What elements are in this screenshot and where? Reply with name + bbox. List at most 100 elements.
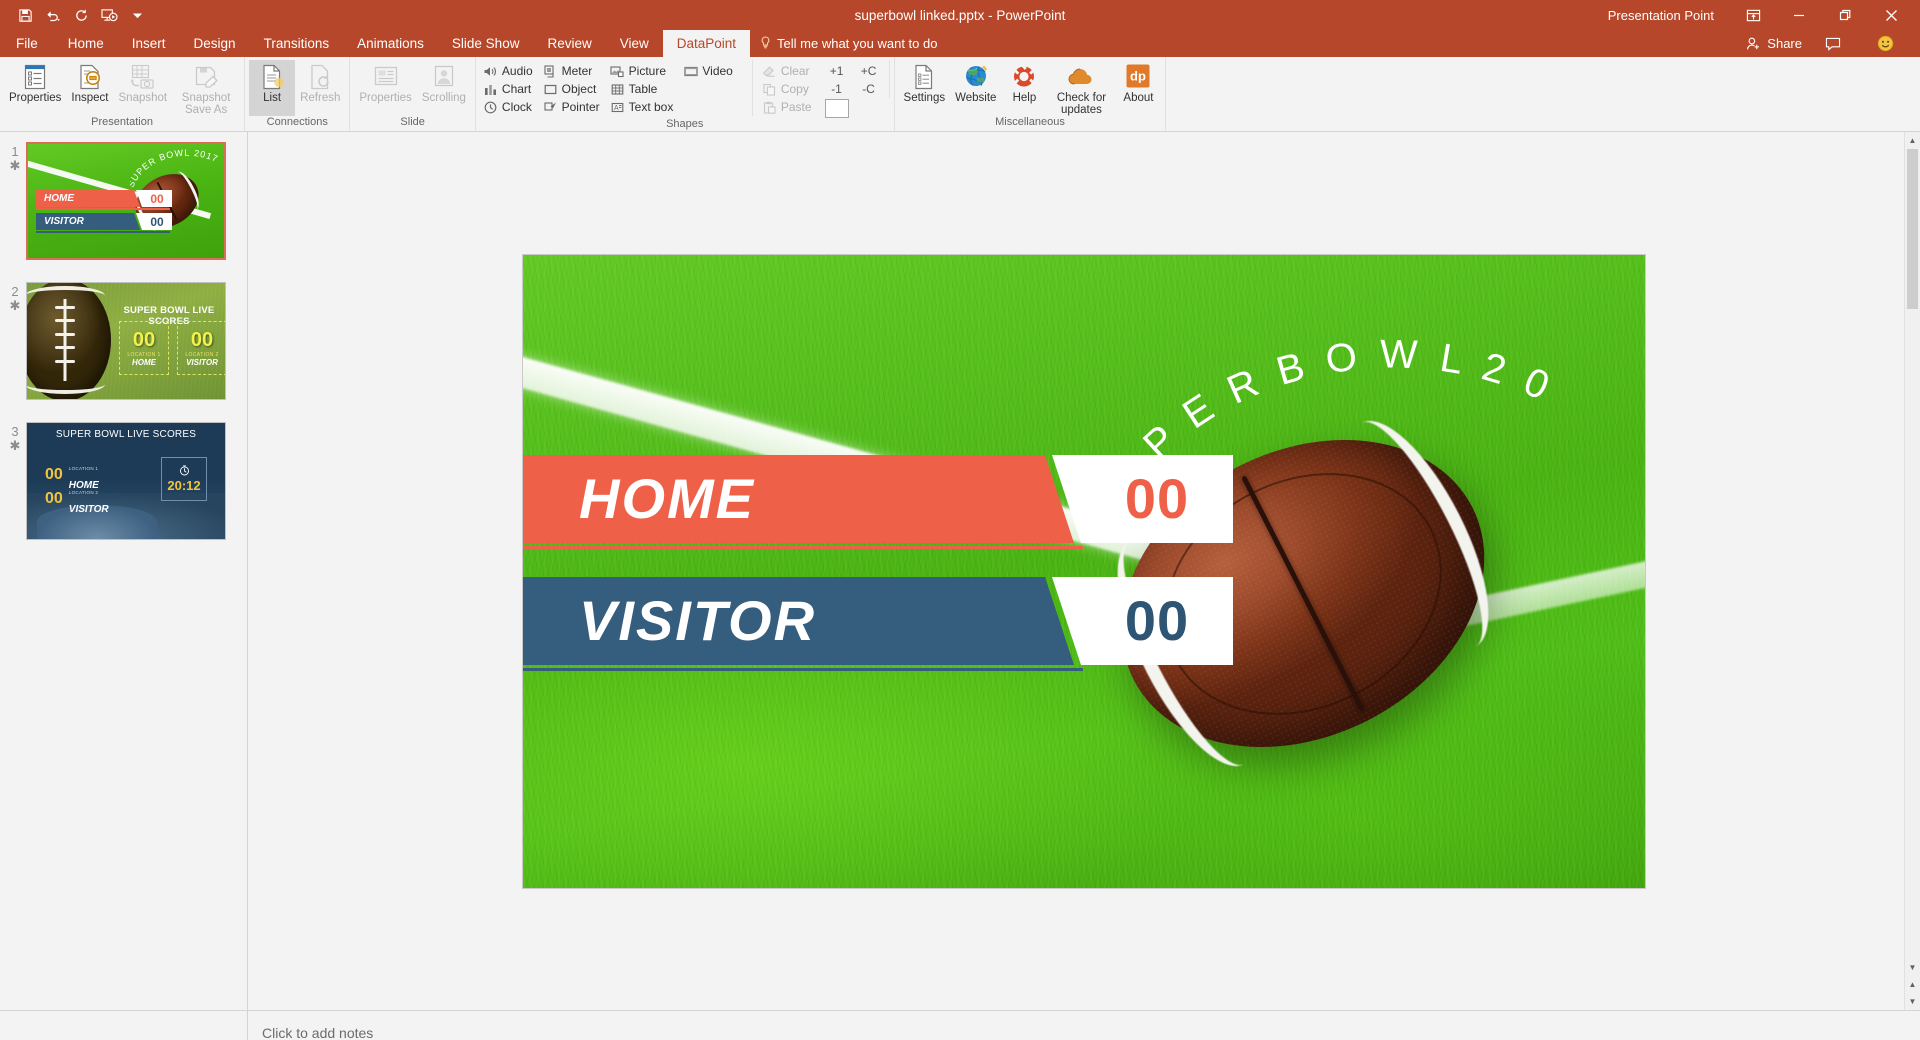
picture-button[interactable]: Picture — [607, 62, 679, 80]
inspect-button[interactable]: Inspect — [66, 60, 113, 116]
thumbnail-slide-1[interactable]: 1 ✱ SUPER BOWL 2017 HOME 00 — [0, 142, 247, 260]
tab-datapoint[interactable]: DataPoint — [662, 30, 751, 57]
ribbon-tab-bar: File Home Insert Design Transitions Anim… — [0, 30, 1920, 57]
mini-row-team-visitor-3: VISITOR — [68, 504, 109, 515]
mini-visitor-underline-1 — [36, 231, 170, 233]
tab-design[interactable]: Design — [180, 30, 250, 57]
tab-view[interactable]: View — [606, 30, 663, 57]
dp-logo-icon: dp — [1123, 62, 1153, 92]
snapshot-camera-icon — [128, 62, 158, 92]
close-button[interactable] — [1870, 0, 1912, 30]
website-label: Website — [955, 92, 997, 104]
paste-button: Paste — [759, 98, 817, 116]
home-score-bar[interactable]: HOME 00 — [523, 454, 1233, 549]
list-properties-icon — [22, 62, 48, 92]
mini-row-location-home-3: LOCATION 1 — [68, 466, 99, 471]
text-box-button[interactable]: A Text box — [607, 98, 679, 116]
tab-home[interactable]: Home — [54, 30, 118, 57]
object-label: Object — [561, 82, 597, 96]
chart-button[interactable]: Chart — [480, 80, 538, 98]
table-button[interactable]: Table — [607, 80, 679, 98]
tab-file[interactable]: File — [0, 30, 54, 57]
next-slide-icon[interactable]: ▼ — [1905, 993, 1920, 1010]
decrement-c-button[interactable]: -C — [855, 80, 883, 98]
scroll-thumb[interactable] — [1907, 149, 1918, 309]
notes-placeholder[interactable]: Click to add notes — [248, 1011, 373, 1040]
redo-icon[interactable] — [68, 3, 94, 27]
vertical-scrollbar[interactable]: ▲ ▼ ▲ ▼ — [1904, 132, 1920, 1010]
shapes-column-4: Video — [680, 60, 737, 80]
table-grid-icon — [610, 82, 625, 97]
settings-button[interactable]: Settings — [899, 60, 951, 116]
paste-icon — [762, 100, 777, 115]
properties-label: Properties — [9, 92, 62, 104]
feedback-smiley-icon[interactable] — [1864, 29, 1906, 59]
restore-button[interactable] — [1824, 0, 1866, 30]
account-name[interactable]: Presentation Point — [1608, 8, 1714, 23]
increment-c-button[interactable]: +C — [855, 62, 883, 80]
mini-clock-icon-3 — [179, 465, 190, 479]
visitor-score-box[interactable]: 00 — [1052, 576, 1233, 665]
slide-properties-icon — [372, 62, 400, 92]
ribbon-display-options-icon[interactable] — [1732, 0, 1774, 30]
object-button[interactable]: Object — [540, 80, 605, 98]
customize-quick-access-toolbar-icon[interactable] — [124, 3, 150, 27]
tab-animations[interactable]: Animations — [343, 30, 438, 57]
animation-marker-3: ✱ — [9, 438, 21, 453]
help-button[interactable]: Help — [1001, 60, 1047, 116]
scroll-down-icon[interactable]: ▼ — [1905, 959, 1920, 976]
share-button[interactable]: Share — [1746, 36, 1802, 51]
tell-me-search[interactable]: Tell me what you want to do — [750, 30, 947, 57]
ribbon-group-shapes: Audio Chart Clock Meter Object Pointer P… — [476, 57, 895, 131]
undo-icon[interactable] — [40, 3, 66, 27]
thumbnail-image-3[interactable]: SUPER BOWL LIVE SCORES 00 LOCATION 1 HOM… — [26, 422, 226, 540]
bar-chart-icon — [483, 82, 498, 97]
about-button[interactable]: dp About — [1115, 60, 1161, 116]
slide-canvas[interactable]: S U P E R B O W L 2 0 1 7 HOME 00 VISITO… — [523, 254, 1645, 888]
home-score: 00 — [1124, 466, 1190, 530]
increment-one-button[interactable]: +1 — [823, 62, 851, 80]
thumbnail-slide-2[interactable]: 2 ✱ SUPER BOWL LIVE SCORES 00 LOCATION 1 — [0, 282, 247, 400]
properties-button[interactable]: Properties — [4, 60, 66, 116]
previous-slide-icon[interactable]: ▲ — [1905, 976, 1920, 993]
save-icon[interactable] — [12, 3, 38, 27]
minimize-button[interactable] — [1778, 0, 1820, 30]
notes-pane[interactable]: Click to add notes — [0, 1010, 1920, 1040]
meter-button[interactable]: Meter — [540, 62, 605, 80]
thumbnail-image-1[interactable]: SUPER BOWL 2017 HOME 00 VISITOR 00 — [26, 142, 226, 260]
mini-home-bar-1: HOME 00 — [36, 190, 172, 207]
tab-review[interactable]: Review — [533, 30, 605, 57]
mini-visitor-score-1: 00 — [136, 213, 172, 230]
list-button[interactable]: List — [249, 60, 296, 116]
slide-editing-pane[interactable]: S U P E R B O W L 2 0 1 7 HOME 00 VISITO… — [248, 132, 1920, 1010]
thumbnail-number-1: 1 ✱ — [4, 142, 26, 172]
pointer-button[interactable]: Pointer — [540, 98, 605, 116]
scroll-track[interactable] — [1905, 149, 1920, 959]
thumbnail-image-2[interactable]: SUPER BOWL LIVE SCORES 00 LOCATION 1 HOM… — [26, 282, 226, 400]
audio-button[interactable]: Audio — [480, 62, 538, 80]
thumbnail-slide-3[interactable]: 3 ✱ SUPER BOWL LIVE SCORES 00 LOCATION 1… — [0, 422, 247, 540]
check-for-updates-button[interactable]: Check for updates — [1047, 60, 1115, 116]
slide-properties-label: Properties — [359, 92, 412, 104]
video-button[interactable]: Video — [680, 62, 737, 80]
tab-slide-show[interactable]: Slide Show — [438, 30, 534, 57]
clock-label: Clock — [501, 100, 532, 114]
visitor-score-bar[interactable]: VISITOR 00 — [523, 576, 1233, 671]
clock-button[interactable]: Clock — [480, 98, 538, 116]
refresh-button: Refresh — [295, 60, 345, 116]
tab-transitions[interactable]: Transitions — [250, 30, 344, 57]
decrement-one-button[interactable]: -1 — [823, 80, 851, 98]
website-button[interactable]: Website — [950, 60, 1001, 116]
shapes-column-1: Audio Chart Clock — [480, 60, 538, 116]
lightbulb-icon — [760, 35, 771, 52]
tab-insert[interactable]: Insert — [118, 30, 180, 57]
scroll-up-icon[interactable]: ▲ — [1905, 132, 1920, 149]
start-from-beginning-icon[interactable] — [96, 3, 122, 27]
color-swatch[interactable] — [824, 99, 849, 118]
home-score-box[interactable]: 00 — [1052, 454, 1233, 543]
table-label: Table — [628, 82, 658, 96]
copy-button: Copy — [759, 80, 817, 98]
clock-icon — [483, 100, 498, 115]
slide-thumbnail-pane[interactable]: 1 ✱ SUPER BOWL 2017 HOME 00 — [0, 132, 248, 1010]
comments-icon[interactable] — [1812, 29, 1854, 59]
